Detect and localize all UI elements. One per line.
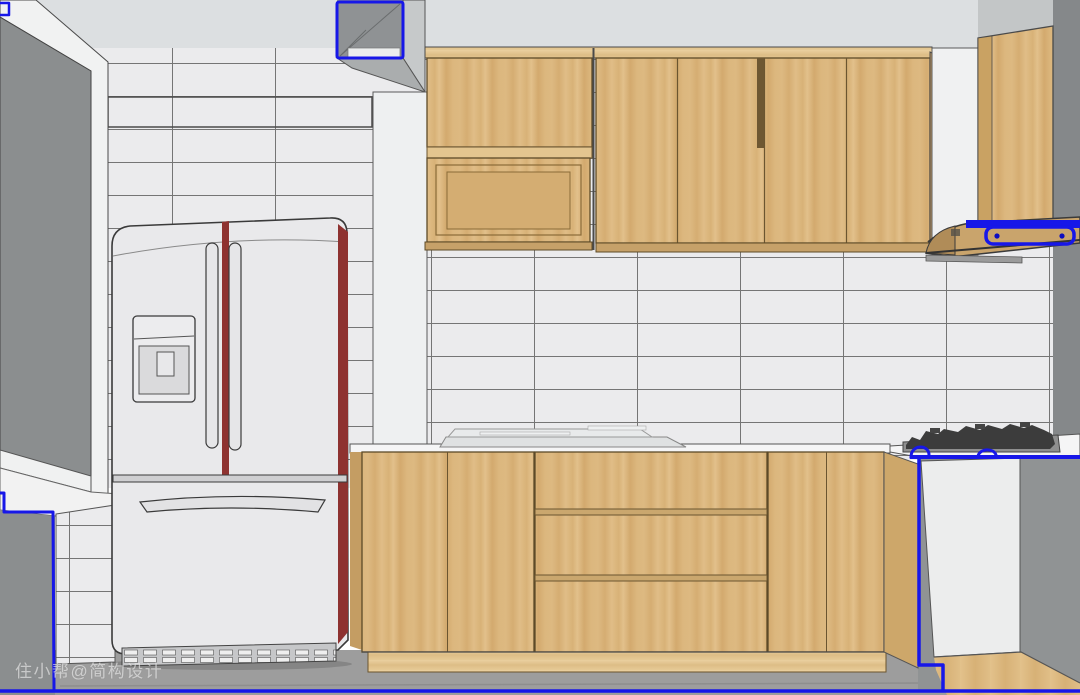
refrigerator[interactable] [108, 218, 352, 670]
drawer-stack[interactable] [535, 452, 767, 652]
recessed-pull[interactable] [757, 58, 764, 148]
wall-column [373, 92, 427, 452]
tall-cabinet-right[interactable] [978, 26, 1053, 236]
upper-cabinet-door-flat[interactable] [427, 58, 592, 147]
fridge-accent-strip-right [338, 224, 348, 644]
fridge-handle-right[interactable] [229, 243, 241, 450]
scene-svg [0, 0, 1080, 695]
end-panel-right [921, 458, 1020, 657]
window-pane [0, 17, 91, 478]
corner-side-panel [884, 452, 918, 668]
upper-cabinets[interactable] [425, 47, 938, 252]
fridge-accent-strip-center [222, 221, 229, 479]
toe-kick [368, 652, 886, 672]
ceiling [0, 0, 1080, 48]
upper-cabinet-door-panel[interactable] [427, 158, 590, 242]
side-counter-left[interactable] [56, 505, 115, 664]
base-cabinets[interactable] [350, 452, 918, 672]
kitchen-render: 住小帮@简构设计 [0, 0, 1080, 695]
wall-below-sill [0, 510, 55, 695]
ice-dispenser[interactable] [133, 316, 195, 402]
fridge-handle-left[interactable] [206, 243, 218, 448]
